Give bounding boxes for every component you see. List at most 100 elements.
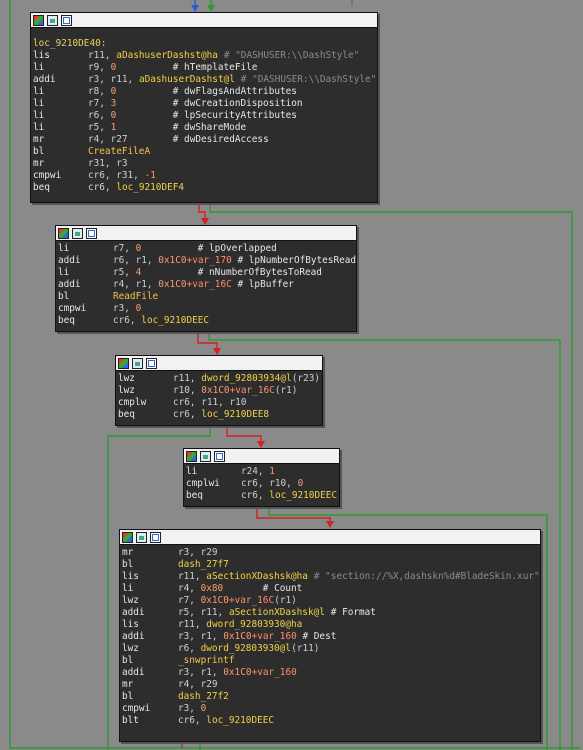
palette-icon[interactable] (118, 357, 129, 369)
collapse-icon[interactable] (150, 531, 161, 543)
symbol-reference[interactable]: loc_9210DEEC (269, 490, 337, 502)
operand: r11, (88, 50, 117, 61)
instruction-line[interactable]: mr r3, r29 (120, 547, 540, 559)
symbol-reference[interactable]: _snwprintf (178, 655, 234, 667)
instruction-line[interactable]: mr r4, r27 # dwDesiredAccess (31, 134, 377, 146)
instruction-line[interactable]: bl ReadFile (56, 291, 356, 303)
instruction-line[interactable]: li r5, 4 # nNumberOfBytesToRead (56, 267, 356, 279)
instruction-line[interactable]: li r7, 0 # lpOverlapped (56, 243, 356, 255)
instruction-line[interactable]: lis r11, aSectionXDashsk@ha # "section://… (120, 571, 540, 583)
instruction-line[interactable]: lwz r6, dword_92803930@l (r11) (120, 643, 540, 655)
symbol-reference[interactable]: loc_9210DEE8 (201, 409, 269, 421)
instruction-line[interactable]: addi r6, r1, 0x1C0 +var_170 # lpNumberOfBy… (56, 255, 356, 267)
operand: r6, (88, 110, 111, 121)
instruction-line[interactable]: lis r11, dword_92803930@ha (120, 619, 540, 631)
operand: cr6, r11, r10 (173, 397, 247, 408)
symbol-reference[interactable]: aDashuserDashst@ha (116, 50, 218, 62)
instruction-line[interactable]: li r6, 0 # lpSecurityAttributes (31, 110, 377, 122)
collapse-icon[interactable] (146, 357, 157, 369)
palette-icon[interactable] (122, 531, 133, 543)
instruction-line[interactable]: cmplw cr6, r11, r10 (116, 397, 322, 409)
instruction-line[interactable]: mr r31, r3 (31, 158, 377, 170)
instruction-line[interactable]: beq cr6, loc_9210DEE8 (116, 409, 322, 421)
code-block-2[interactable]: li r7, 0 # lpOverlapped addi r6, r1, 0x1C0 +… (55, 225, 357, 332)
mnemonic: li (186, 466, 198, 477)
instruction-line[interactable]: lwz r10, 0x1C0 +var_16C (r1) (116, 385, 322, 397)
operand: -1 (144, 170, 156, 181)
instruction-line[interactable]: addi r3, r11, aDashuserDashst@l # "DASHUS… (31, 74, 377, 86)
instruction-line[interactable]: li r8, 0 # dwFlagsAndAttributes (31, 86, 377, 98)
symbol-reference[interactable]: dword_92803930@ha (206, 619, 302, 631)
instruction-line[interactable]: lwz r11, dword_92803934@l (r23) (116, 373, 322, 385)
instruction-line[interactable]: bl _snwprintf (120, 655, 540, 667)
operand: r4, r29 (178, 679, 218, 690)
operand: # lpBuffer (231, 279, 294, 290)
instruction-line[interactable]: addi r3, r1, 0x1C0 +var_160 (120, 667, 540, 679)
graph-view-icon[interactable] (132, 357, 143, 369)
symbol-reference[interactable]: loc_9210DEF4 (116, 182, 184, 194)
operand: r31, r3 (88, 158, 128, 169)
block-code: mr r3, r29 bl dash_27f7 lis r11, aSectionXDas… (120, 545, 540, 730)
operand: r5, (88, 122, 111, 133)
symbol-reference[interactable]: dword_92803930@l (201, 643, 291, 655)
instruction-line[interactable]: li r7, 3 # dwCreationDisposition (31, 98, 377, 110)
symbol-reference[interactable]: aSectionXDashsk@ha (206, 571, 308, 583)
operand: # lpOverlapped (141, 243, 277, 254)
graph-view-icon[interactable] (200, 450, 211, 462)
instruction-line[interactable]: li r9, 0 # hTemplateFile (31, 62, 377, 74)
instruction-line[interactable]: lwz r7, 0x1C0 +var_16C (r1) (120, 595, 540, 607)
collapse-icon[interactable] (214, 450, 225, 462)
symbol-reference[interactable]: CreateFileA (88, 146, 150, 158)
symbol-reference[interactable]: dash_27f7 (178, 559, 229, 571)
operand: # (308, 571, 326, 582)
graph-view-icon[interactable] (47, 14, 58, 26)
graph-view-icon[interactable] (72, 227, 83, 239)
instruction-line[interactable]: beq cr6, loc_9210DEEC (184, 490, 339, 502)
mnemonic: mr (122, 547, 134, 558)
code-block-3[interactable]: lwz r11, dword_92803934@l (r23) lwz r10, 0x1… (115, 355, 323, 426)
code-block-5[interactable]: mr r3, r29 bl dash_27f7 lis r11, aSectionXDas… (119, 529, 541, 742)
instruction-line[interactable]: beq cr6, loc_9210DEF4 (31, 182, 377, 194)
operand: cr6, (241, 490, 270, 501)
code-block-1[interactable]: loc_9210DE40: lis r11, aDashuserDashst@ha… (30, 12, 378, 203)
symbol-reference[interactable]: dash_27f2 (178, 691, 229, 703)
operand: r3, r29 (178, 547, 218, 558)
instruction-line[interactable]: addi r5, r11, aSectionXDashsk@l # Format (120, 607, 540, 619)
symbol-reference[interactable]: loc_9210DEEC (141, 315, 209, 327)
operand: +var_160 (251, 631, 297, 642)
symbol-reference[interactable]: aSectionXDashsk@l (229, 607, 325, 619)
collapse-icon[interactable] (86, 227, 97, 239)
operand: # dwCreationDisposition (116, 98, 303, 109)
graph-view-icon[interactable] (136, 531, 147, 543)
instruction-line[interactable]: bl CreateFileA (31, 146, 377, 158)
instruction-line[interactable]: addi r4, r1, 0x1C0 +var_16C # lpBuffer (56, 279, 356, 291)
palette-icon[interactable] (33, 14, 44, 26)
instruction-line[interactable]: blt cr6, loc_9210DEEC (120, 715, 540, 727)
instruction-line[interactable]: bl dash_27f2 (120, 691, 540, 703)
instruction-line[interactable]: li r4, 0x80 # Count (120, 583, 540, 595)
arrowhead-b2-b3 (213, 348, 221, 355)
instruction-line[interactable]: cmpwi r3, 0 (56, 303, 356, 315)
mnemonic: beq (118, 409, 135, 420)
operand: r3, (178, 703, 201, 714)
symbol-reference[interactable]: loc_9210DEEC (206, 715, 274, 727)
instruction-line[interactable]: addi r3, r1, 0x1C0 +var_160 # Dest (120, 631, 540, 643)
collapse-icon[interactable] (61, 14, 72, 26)
instruction-line[interactable]: li r5, 1 # dwShareMode (31, 122, 377, 134)
code-block-4[interactable]: li r24, 1 cmplwi cr6, r10, 0 beq cr6, loc_921… (183, 448, 340, 507)
operand: r24, (241, 466, 270, 477)
instruction-line[interactable]: mr r4, r29 (120, 679, 540, 691)
instruction-line[interactable]: bl dash_27f7 (120, 559, 540, 571)
instruction-line[interactable]: lis r11, aDashuserDashst@ha # "DASHUSER:\… (31, 50, 377, 62)
palette-icon[interactable] (58, 227, 69, 239)
instruction-line[interactable]: beq cr6, loc_9210DEEC (56, 315, 356, 327)
symbol-reference[interactable]: dword_92803934@l (201, 373, 291, 385)
instruction-line[interactable]: cmplwi cr6, r10, 0 (184, 478, 339, 490)
palette-icon[interactable] (186, 450, 197, 462)
instruction-line[interactable]: li r24, 1 (184, 466, 339, 478)
mnemonic: bl (122, 655, 134, 666)
instruction-line[interactable]: cmpwi cr6, r31, -1 (31, 170, 377, 182)
symbol-reference[interactable]: aDashuserDashst@l (139, 74, 235, 86)
symbol-reference[interactable]: ReadFile (113, 291, 158, 303)
instruction-line[interactable]: cmpwi r3, 0 (120, 703, 540, 715)
